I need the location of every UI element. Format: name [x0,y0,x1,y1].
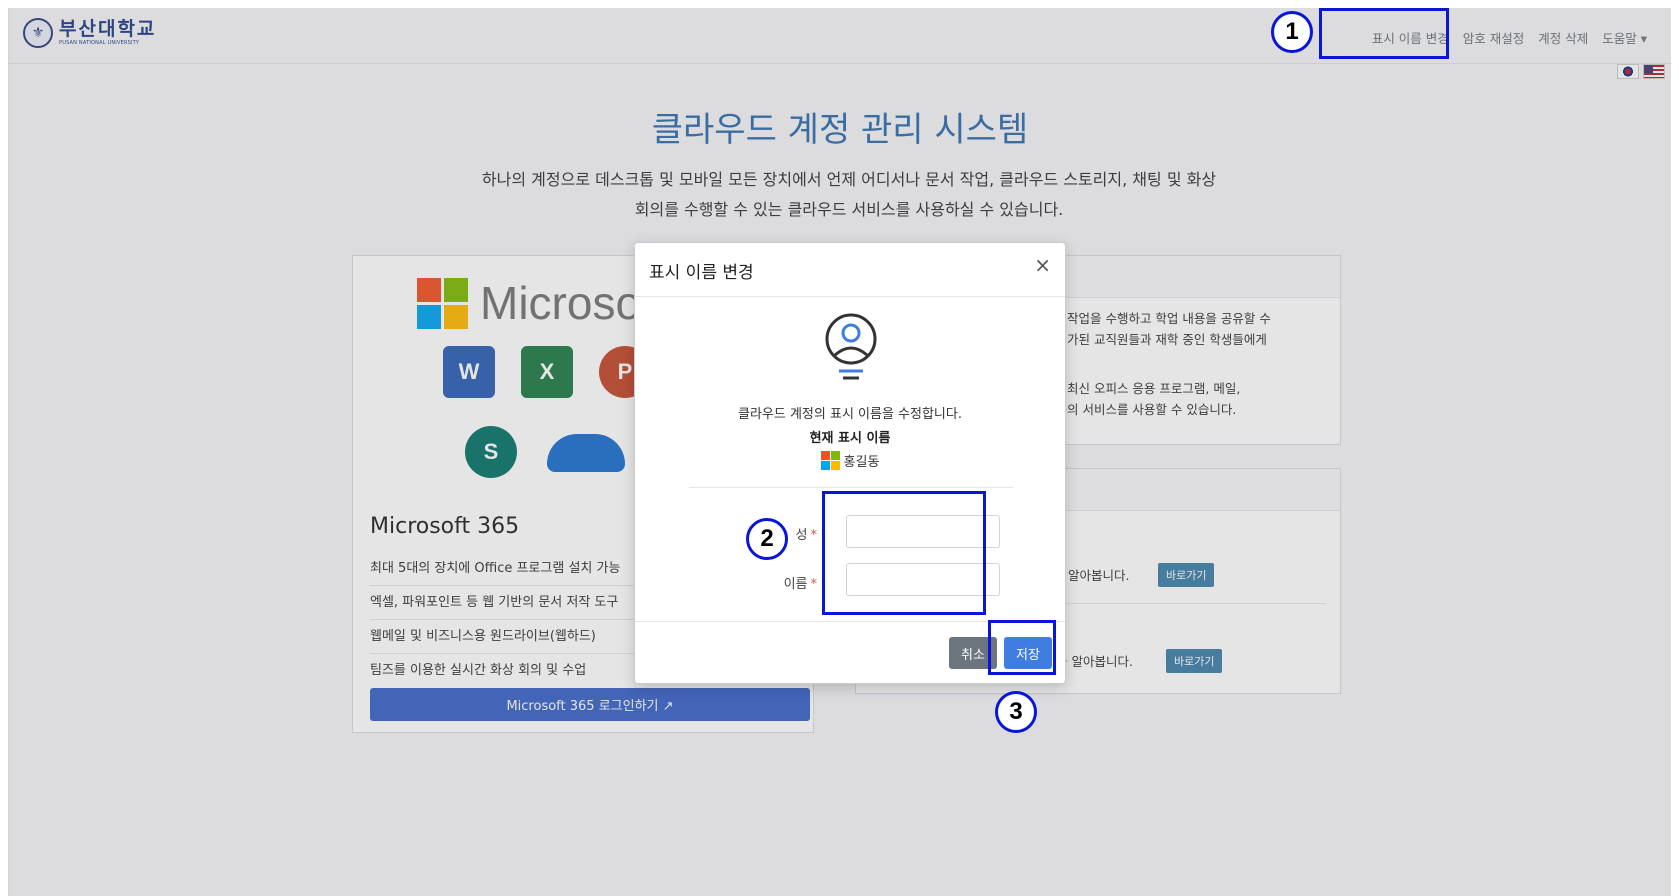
browser-viewport: ⚜ 부산대학교 PUSAN NATIONAL UNIVERSITY 표시 이름 … [8,8,1671,896]
annotation-box-2 [822,491,986,615]
user-profile-icon [825,313,877,380]
modal-header: 표시 이름 변경 × [635,243,1065,297]
annotation-number-3: 3 [995,691,1037,733]
close-icon[interactable]: × [1034,255,1051,275]
current-name-label: 현재 표시 이름 [809,431,891,446]
annotation-number-2: 2 [746,518,788,560]
current-name: 홍길동 [635,451,1065,470]
annotation-box-3 [988,620,1056,675]
current-name-value: 홍길동 [843,455,880,470]
microsoft-icon [820,451,840,470]
first-name-label: 이름 * [783,577,817,592]
change-display-name-modal: 표시 이름 변경 × 클라우드 계정의 표시 이름을 수정합니다. 현재 표시 … [634,242,1066,684]
annotation-number-1: 1 [1271,11,1313,53]
modal-description: 클라우드 계정의 표시 이름을 수정합니다. [738,407,962,422]
divider [689,487,1013,488]
modal-title: 표시 이름 변경 [649,263,754,283]
annotation-box-1 [1319,8,1449,59]
